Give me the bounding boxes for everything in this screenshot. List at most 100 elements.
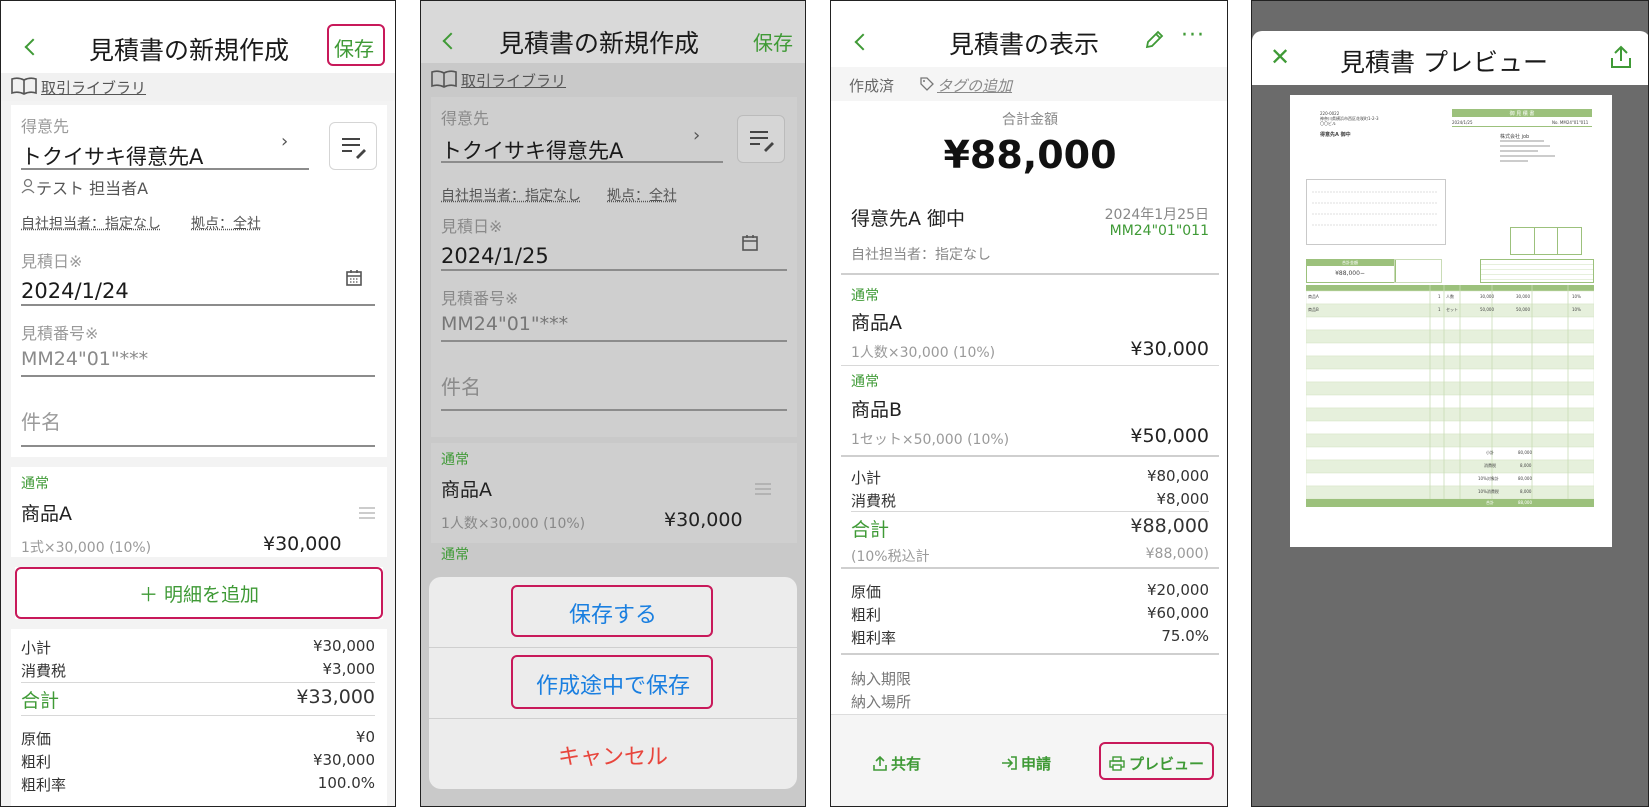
base-text[interactable]: 拠点：全社 <box>607 185 677 205</box>
tax-value: ¥3,000 <box>322 660 376 678</box>
date-underline <box>441 269 787 271</box>
item-divider <box>841 365 1219 366</box>
profit-label: 粗利 <box>851 606 882 624</box>
chevron-right-icon[interactable]: › <box>693 125 700 146</box>
tag-add-link[interactable]: タグの追加 <box>937 75 1012 96</box>
page-title: 見積書の新規作成 <box>499 29 700 58</box>
calendar-icon[interactable] <box>345 269 363 287</box>
doc-sum4-label: 10%消費税 <box>1478 489 1499 494</box>
doc-sum1-value: 80,000 <box>1518 450 1532 455</box>
customer-value[interactable]: トクイサキ得意先A <box>21 141 203 171</box>
estimate-date: 2024年1月25日 <box>1104 207 1209 223</box>
doc-table-row <box>1306 459 1594 474</box>
back-chevron-icon[interactable] <box>854 33 872 51</box>
staff-text: 自社担当者：指定なし <box>851 247 991 263</box>
close-icon[interactable]: ✕ <box>1270 43 1290 71</box>
item-detail: 1セット×50,000 (10%) <box>851 432 1010 448</box>
preview-highlight <box>1099 742 1214 780</box>
doc-row1-qty: 1 <box>1438 294 1441 299</box>
subtotal-value: ¥80,000 <box>1146 467 1209 485</box>
doc-table-row <box>1306 368 1594 383</box>
total-caption: 合計金額 <box>1002 112 1058 128</box>
doc-table-row <box>1306 485 1594 500</box>
doc-heading: 御 見 積 書 <box>1509 111 1535 117</box>
customer-edit-button[interactable] <box>737 115 785 163</box>
sheet-divider-1 <box>429 647 797 648</box>
more-icon[interactable]: ··· <box>1181 23 1205 48</box>
profit-value: ¥60,000 <box>1146 604 1209 622</box>
number-label: 見積番号※ <box>441 289 519 308</box>
doc-sum5-value: 88,000 <box>1518 500 1532 505</box>
date-value[interactable]: 2024/1/24 <box>21 279 129 303</box>
customer-edit-button[interactable] <box>329 122 377 170</box>
staff-text[interactable]: 自社担当者：指定なし <box>441 185 581 205</box>
screen-new-estimate: 見積書の新規作成 保存 取引ライブラリ 得意先 トクイサキ得意先A › テスト … <box>0 0 396 807</box>
doc-date: 2024/1/25 <box>1452 120 1473 125</box>
place-label: 納入場所 <box>851 693 912 711</box>
subject-input[interactable]: 件名 <box>21 406 61 435</box>
library-link[interactable]: 取引ライブラリ <box>41 77 146 98</box>
apply-button[interactable]: 申請 <box>1021 753 1051 774</box>
number-value[interactable]: MM24"01"*** <box>441 313 568 335</box>
save-button[interactable]: 保存 <box>753 27 793 56</box>
back-chevron-icon[interactable] <box>24 38 42 56</box>
cost-value: ¥0 <box>355 728 375 746</box>
pencil-icon[interactable] <box>1143 29 1165 51</box>
item-name: 商品B <box>851 399 903 421</box>
drag-handle-icon[interactable] <box>359 507 375 519</box>
item-name: 商品A <box>21 503 72 525</box>
profit-label: 粗利 <box>21 753 52 771</box>
base-text[interactable]: 拠点：全社 <box>191 213 261 233</box>
person-icon <box>21 178 35 194</box>
cost-label: 原価 <box>851 583 882 601</box>
doc-company-lines <box>1500 140 1555 162</box>
drag-handle-icon[interactable] <box>755 483 771 495</box>
doc-table-row <box>1306 433 1594 448</box>
doc-sum2-value: 8,000 <box>1520 463 1532 468</box>
book-icon <box>431 70 457 88</box>
doc-table-row <box>1306 381 1594 396</box>
cost-value: ¥20,000 <box>1146 581 1209 599</box>
date-value[interactable]: 2024/1/25 <box>441 244 549 268</box>
share-icon[interactable] <box>1610 45 1632 69</box>
tag-icon <box>920 77 934 91</box>
item-amount: ¥30,000 <box>263 533 342 555</box>
customer-name: 得意先A 御中 <box>851 208 966 230</box>
summary-divider <box>851 511 1209 512</box>
doc-row2-tax: 10% <box>1572 307 1581 312</box>
item-detail: 1人数×30,000 (10%) <box>851 345 996 361</box>
document-page: 220-0022 神奈川県横浜市西区花咲町1-2-3 〇〇ビル 得意先A 御中 … <box>1290 95 1612 547</box>
number-label: 見積番号※ <box>21 324 99 343</box>
calendar-icon[interactable] <box>741 234 759 252</box>
number-underline <box>441 340 787 342</box>
doc-row1-unit: 人数 <box>1446 294 1454 299</box>
sheet-cancel-button[interactable]: キャンセル <box>429 739 797 771</box>
add-item-highlight <box>15 567 383 619</box>
margin-label: 粗利率 <box>21 776 67 794</box>
library-link[interactable]: 取引ライブラリ <box>461 70 566 91</box>
total-value: ¥33,000 <box>296 686 375 708</box>
item-detail: 1人数×30,000 (10%) <box>441 516 586 532</box>
doc-table-row <box>1306 420 1594 435</box>
summary-divider-3 <box>841 653 1219 655</box>
item-tag: 通常 <box>851 288 879 304</box>
edit-list-icon <box>342 138 366 159</box>
doc-table-row <box>1306 394 1594 409</box>
doc-table-row <box>1306 446 1594 461</box>
item-amount: ¥50,000 <box>1130 425 1209 447</box>
doc-tax-box <box>1394 259 1442 283</box>
date-label: 見積日※ <box>441 217 503 236</box>
doc-sum3-label: 10%対象計 <box>1478 476 1499 481</box>
summary-divider-2 <box>841 567 1219 569</box>
doc-row1-tax: 10% <box>1572 294 1581 299</box>
subject-input[interactable]: 件名 <box>441 371 481 400</box>
chevron-right-icon[interactable]: › <box>281 131 288 152</box>
sheet-save-highlight <box>511 585 713 637</box>
staff-text[interactable]: 自社担当者：指定なし <box>21 213 161 233</box>
doc-total-value: ¥88,000− <box>1335 270 1365 277</box>
number-value[interactable]: MM24"01"*** <box>21 348 148 370</box>
subtotal-value: ¥30,000 <box>312 637 375 655</box>
share-button[interactable]: 共有 <box>891 753 921 774</box>
margin-value: 75.0% <box>1161 627 1209 645</box>
header-divider <box>841 273 1219 275</box>
